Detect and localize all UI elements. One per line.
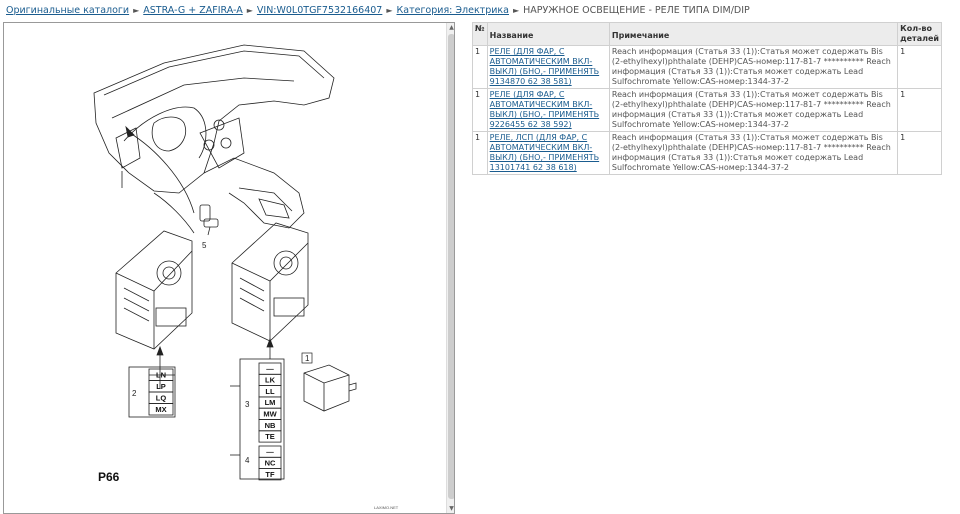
watermark: LAXIMO.NET [374,505,399,510]
cell-qty: 1 [897,131,942,175]
cell-num: 1 [472,131,488,175]
breadcrumb-separator: ► [512,6,520,15]
table-header-row: № Название Примечание Кол-во деталей [472,22,942,46]
light-switch-illustration-left [115,230,193,350]
option-code-label: — [266,364,274,373]
dashboard-illustration [93,44,335,234]
bulb-part-illustration [199,204,219,236]
table-row[interactable]: 1 РЕЛЕ (ДЛЯ ФАР, С АВТОМАТИЧЕСКИМ ВКЛ-ВЫК… [472,45,942,89]
callout-3: 3 [245,400,250,409]
cell-qty: 1 [897,88,942,132]
option-code-label: MX [155,405,166,414]
breadcrumb-current: НАРУЖНОЕ ОСВЕЩЕНИЕ - РЕЛЕ ТИПА DIM/DIP [523,5,750,16]
cell-note: Reach информация (Статья 33 (1)):Статья … [608,45,899,89]
parts-table: № Название Примечание Кол-во деталей 1 РЕ… [472,22,942,175]
option-code-label: TF [265,470,275,479]
breadcrumb-link-catalogs[interactable]: Оригинальные каталоги [6,5,129,16]
option-code-label: NB [265,421,276,430]
breadcrumb-link-model[interactable]: ASTRA-G + ZAFIRA-A [143,5,242,16]
part-link[interactable]: РЕЛЕ (ДЛЯ ФАР, С АВТОМАТИЧЕСКИМ ВКЛ-ВЫКЛ… [490,47,600,86]
part-link[interactable]: РЕЛЕ, ЛСП (ДЛЯ ФАР, С АВТОМАТИЧЕСКИМ ВКЛ… [490,133,600,172]
option-code-label: LN [156,371,166,380]
callout-2: 2 [132,389,137,398]
option-code-label: LK [265,376,276,385]
breadcrumb-separator: ► [246,6,253,15]
cell-name: РЕЛЕ (ДЛЯ ФАР, С АВТОМАТИЧЕСКИМ ВКЛ-ВЫКЛ… [486,45,610,89]
cell-note: Reach информация (Статья 33 (1)):Статья … [608,88,899,132]
cell-qty: 1 [897,45,942,89]
scroll-down-icon[interactable]: ▼ [447,504,454,513]
diagram-scrollbar[interactable]: ▲ ▼ [446,23,454,513]
col-header-num[interactable]: № [472,22,488,46]
light-switch-illustration-right [231,222,309,342]
cell-name: РЕЛЕ, ЛСП (ДЛЯ ФАР, С АВТОМАТИЧЕСКИМ ВКЛ… [486,131,610,175]
breadcrumb: Оригинальные каталоги ► ASTRA-G + ZAFIRA-A… [6,5,750,16]
col-header-note[interactable]: Примечание [608,22,899,46]
option-code-label: MW [263,410,277,419]
breadcrumb-link-vin[interactable]: VIN:W0L0TGF7532166407 [257,5,382,16]
breadcrumb-separator: ► [386,6,393,15]
scroll-thumb[interactable] [448,34,454,499]
cell-num: 1 [472,45,488,89]
cell-num: 1 [472,88,488,132]
option-code-label: LL [265,387,275,396]
diagram-viewer[interactable]: LN LP LQ MX — LK LL LM MW NB TE — NC TF 5 2 3 4 1 P… [3,22,455,514]
breadcrumb-link-category[interactable]: Категория: Электрика [397,5,509,16]
breadcrumb-separator: ► [133,6,140,15]
option-code-label: NC [265,459,276,468]
col-header-name[interactable]: Название [486,22,610,46]
parts-diagram[interactable]: LN LP LQ MX — LK LL LM MW NB TE — NC TF 5 2 3 4 1 P… [4,23,446,513]
diagram-code: P66 [98,470,120,484]
col-header-qty[interactable]: Кол-во деталей [897,22,942,46]
callout-1: 1 [305,354,310,363]
option-code-label: — [266,447,274,456]
option-code-label: LP [156,382,166,391]
option-code-label: LQ [156,394,167,403]
part-link[interactable]: РЕЛЕ (ДЛЯ ФАР, С АВТОМАТИЧЕСКИМ ВКЛ-ВЫКЛ… [490,90,600,129]
option-code-label: LM [265,398,276,407]
callout-4: 4 [245,456,250,465]
cell-name: РЕЛЕ (ДЛЯ ФАР, С АВТОМАТИЧЕСКИМ ВКЛ-ВЫКЛ… [486,88,610,132]
option-code-label: TE [265,432,275,441]
callout-5: 5 [202,241,207,250]
table-row[interactable]: 1 РЕЛЕ, ЛСП (ДЛЯ ФАР, С АВТОМАТИЧЕСКИМ ВК… [472,131,942,175]
table-row[interactable]: 1 РЕЛЕ (ДЛЯ ФАР, С АВТОМАТИЧЕСКИМ ВКЛ-ВЫК… [472,88,942,132]
cell-note: Reach информация (Статья 33 (1)):Статья … [608,131,899,175]
scroll-up-icon[interactable]: ▲ [447,23,454,32]
relay-illustration [303,364,357,412]
